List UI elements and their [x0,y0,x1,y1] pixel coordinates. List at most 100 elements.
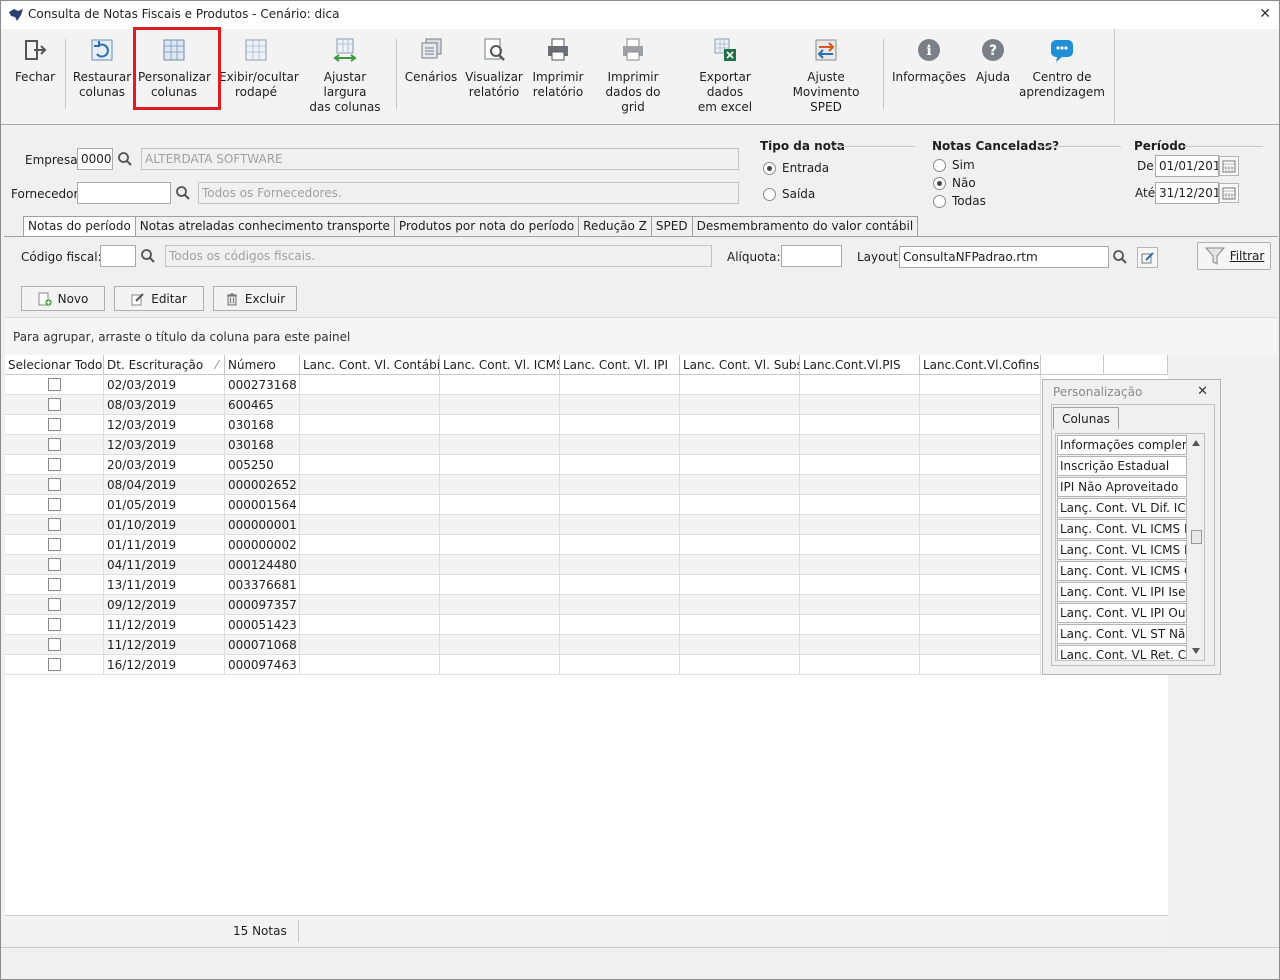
codigo-fiscal-input[interactable] [100,245,136,267]
row-checkbox[interactable] [48,618,61,631]
col-numero[interactable]: Número [225,355,300,375]
tab-notas-atreladas[interactable]: Notas atreladas conhecimento transporte [134,216,395,236]
novo-button[interactable]: Novo [21,286,105,311]
tab-notas-periodo[interactable]: Notas do período [23,216,136,237]
radio-todas[interactable]: Todas [933,194,986,208]
row-checkbox[interactable] [48,558,61,571]
row-checkbox[interactable] [48,378,61,391]
filtrar-button[interactable]: Filtrar [1197,242,1271,270]
col-extra-2[interactable] [1104,355,1168,375]
calendar-to-icon[interactable] [1219,183,1239,203]
fornecedor-search-icon[interactable] [172,182,194,204]
calendar-from-icon[interactable] [1219,156,1239,176]
restaurar-colunas-button[interactable]: Restaurar colunas [69,35,135,115]
row-checkbox[interactable] [48,598,61,611]
ajuste-sped-button[interactable]: Ajuste Movimento SPED [777,35,875,115]
column-option[interactable]: Informações complementares [1057,435,1187,455]
column-option[interactable]: Lanç. Cont. VL ICMS Isento [1057,540,1187,560]
table-row[interactable]: 13/11/2019 003376681 [5,575,1041,595]
cenarios-button[interactable]: Cenários [402,35,460,115]
empresa-code-input[interactable]: 00001 [77,148,113,170]
radio-entrada[interactable]: Entrada [763,161,829,175]
table-row[interactable]: 12/03/2019 030168 [5,415,1041,435]
exibir-ocultar-rodape-button[interactable]: Exibir/ocultar rodapé [219,35,299,115]
table-row[interactable]: 02/03/2019 000273168 [5,375,1041,395]
tab-produtos-por-nota[interactable]: Produtos por nota do período [393,216,580,236]
table-row[interactable]: 01/05/2019 000001564 [5,495,1041,515]
layout-search-icon[interactable] [1109,246,1131,268]
ajuda-button[interactable]: ? Ajuda [973,35,1013,115]
empresa-search-icon[interactable] [114,148,136,170]
tab-reducao-z[interactable]: Redução Z [578,216,652,236]
tab-sped[interactable]: SPED [650,216,693,236]
ajustar-largura-button[interactable]: Ajustar largura das colunas [302,35,388,115]
column-option[interactable]: Lanç. Cont. VL Dif. ICMS [1057,498,1187,518]
column-option[interactable]: Inscrição Estadual [1057,456,1187,476]
row-checkbox[interactable] [48,418,61,431]
table-row[interactable]: 04/11/2019 000124480 [5,555,1041,575]
informacoes-button[interactable]: i Informações [891,35,967,115]
col-vl-subst[interactable]: Lanc. Cont. Vl. Subst. Trib. [680,355,800,375]
col-vl-icms[interactable]: Lanc. Cont. Vl. ICMS [440,355,560,375]
row-checkbox[interactable] [48,398,61,411]
group-by-panel[interactable]: Para agrupar, arraste o título da coluna… [5,317,1277,355]
column-option[interactable]: Lanç. Cont. VL IPI Outros [1057,603,1187,623]
table-row[interactable]: 08/03/2019 600465 [5,395,1041,415]
column-option[interactable]: Lanç. Cont. VL ICMS Outros [1057,561,1187,581]
codigo-fiscal-search-icon[interactable] [137,245,159,267]
exportar-excel-button[interactable]: Exportar dados em excel [681,35,769,115]
layout-input[interactable]: ConsultaNFPadrao.rtm [899,246,1109,268]
scroll-thumb[interactable] [1191,530,1202,544]
table-row[interactable]: 11/12/2019 000071068 [5,635,1041,655]
col-vl-cofins[interactable]: Lanc.Cont.Vl.Cofins [920,355,1041,375]
table-row[interactable]: 08/04/2019 000002652 [5,475,1041,495]
imprimir-grid-button[interactable]: Imprimir dados do grid [593,35,673,115]
layout-edit-icon[interactable] [1137,247,1158,268]
aliquota-input[interactable] [781,245,842,267]
table-row[interactable]: 12/03/2019 030168 [5,435,1041,455]
row-checkbox[interactable] [48,578,61,591]
date-from-input[interactable]: 01/01/2019 [1155,155,1219,177]
centro-aprendizagem-button[interactable]: Centro de aprendizagem [1019,35,1105,115]
table-row[interactable]: 11/12/2019 000051423 [5,615,1041,635]
col-vl-ipi[interactable]: Lanc. Cont. Vl. IPI [560,355,680,375]
table-row[interactable]: 09/12/2019 000097357 [5,595,1041,615]
row-checkbox[interactable] [48,658,61,671]
fornecedor-code-input[interactable] [77,182,171,204]
table-row[interactable]: 01/11/2019 000000002 [5,535,1041,555]
table-row[interactable]: 20/03/2019 005250 [5,455,1041,475]
columns-list-scrollbar[interactable] [1189,434,1204,660]
row-checkbox[interactable] [48,458,61,471]
scroll-down-icon[interactable] [1192,648,1200,654]
radio-saida[interactable]: Saída [763,187,815,201]
row-checkbox[interactable] [48,438,61,451]
tab-colunas[interactable]: Colunas [1053,407,1119,429]
row-checkbox[interactable] [48,638,61,651]
close-window-icon[interactable]: ✕ [1259,6,1271,22]
columns-list[interactable]: Informações complementaresInscrição Esta… [1055,433,1205,661]
row-checkbox[interactable] [48,478,61,491]
column-option[interactable]: Lanç. Cont. VL ICMS Int [1057,519,1187,539]
fechar-button[interactable]: Fechar [9,35,61,115]
visualizar-relatorio-button[interactable]: Visualizar relatório [465,35,523,115]
excluir-button[interactable]: Excluir [213,286,297,311]
scroll-up-icon[interactable] [1192,440,1200,446]
popup-close-icon[interactable]: ✕ [1197,384,1208,399]
editar-button[interactable]: Editar [114,286,204,311]
radio-sim[interactable]: Sim [933,158,975,172]
column-option[interactable]: IPI Não Aproveitado [1057,477,1187,497]
table-row[interactable]: 16/12/2019 000097463 [5,655,1041,675]
table-row[interactable]: 01/10/2019 000000001 [5,515,1041,535]
column-option[interactable]: Lanç. Cont. VL Ret. COFINS [1057,645,1187,660]
column-option[interactable]: Lanç. Cont. VL IPI Isento [1057,582,1187,602]
date-to-input[interactable]: 31/12/2019 [1155,182,1219,204]
radio-nao[interactable]: Não [933,176,976,190]
row-checkbox[interactable] [48,498,61,511]
row-checkbox[interactable] [48,518,61,531]
row-checkbox[interactable] [48,538,61,551]
col-vl-contabil[interactable]: Lanc. Cont. Vl. Contábil [300,355,440,375]
column-option[interactable]: Lanç. Cont. VL ST Não A [1057,624,1187,644]
col-vl-pis[interactable]: Lanc.Cont.Vl.PIS [800,355,920,375]
col-selecionar-todos[interactable]: Selecionar Todos [5,355,104,375]
tab-desmembramento[interactable]: Desmembramento do valor contábil [691,216,919,236]
